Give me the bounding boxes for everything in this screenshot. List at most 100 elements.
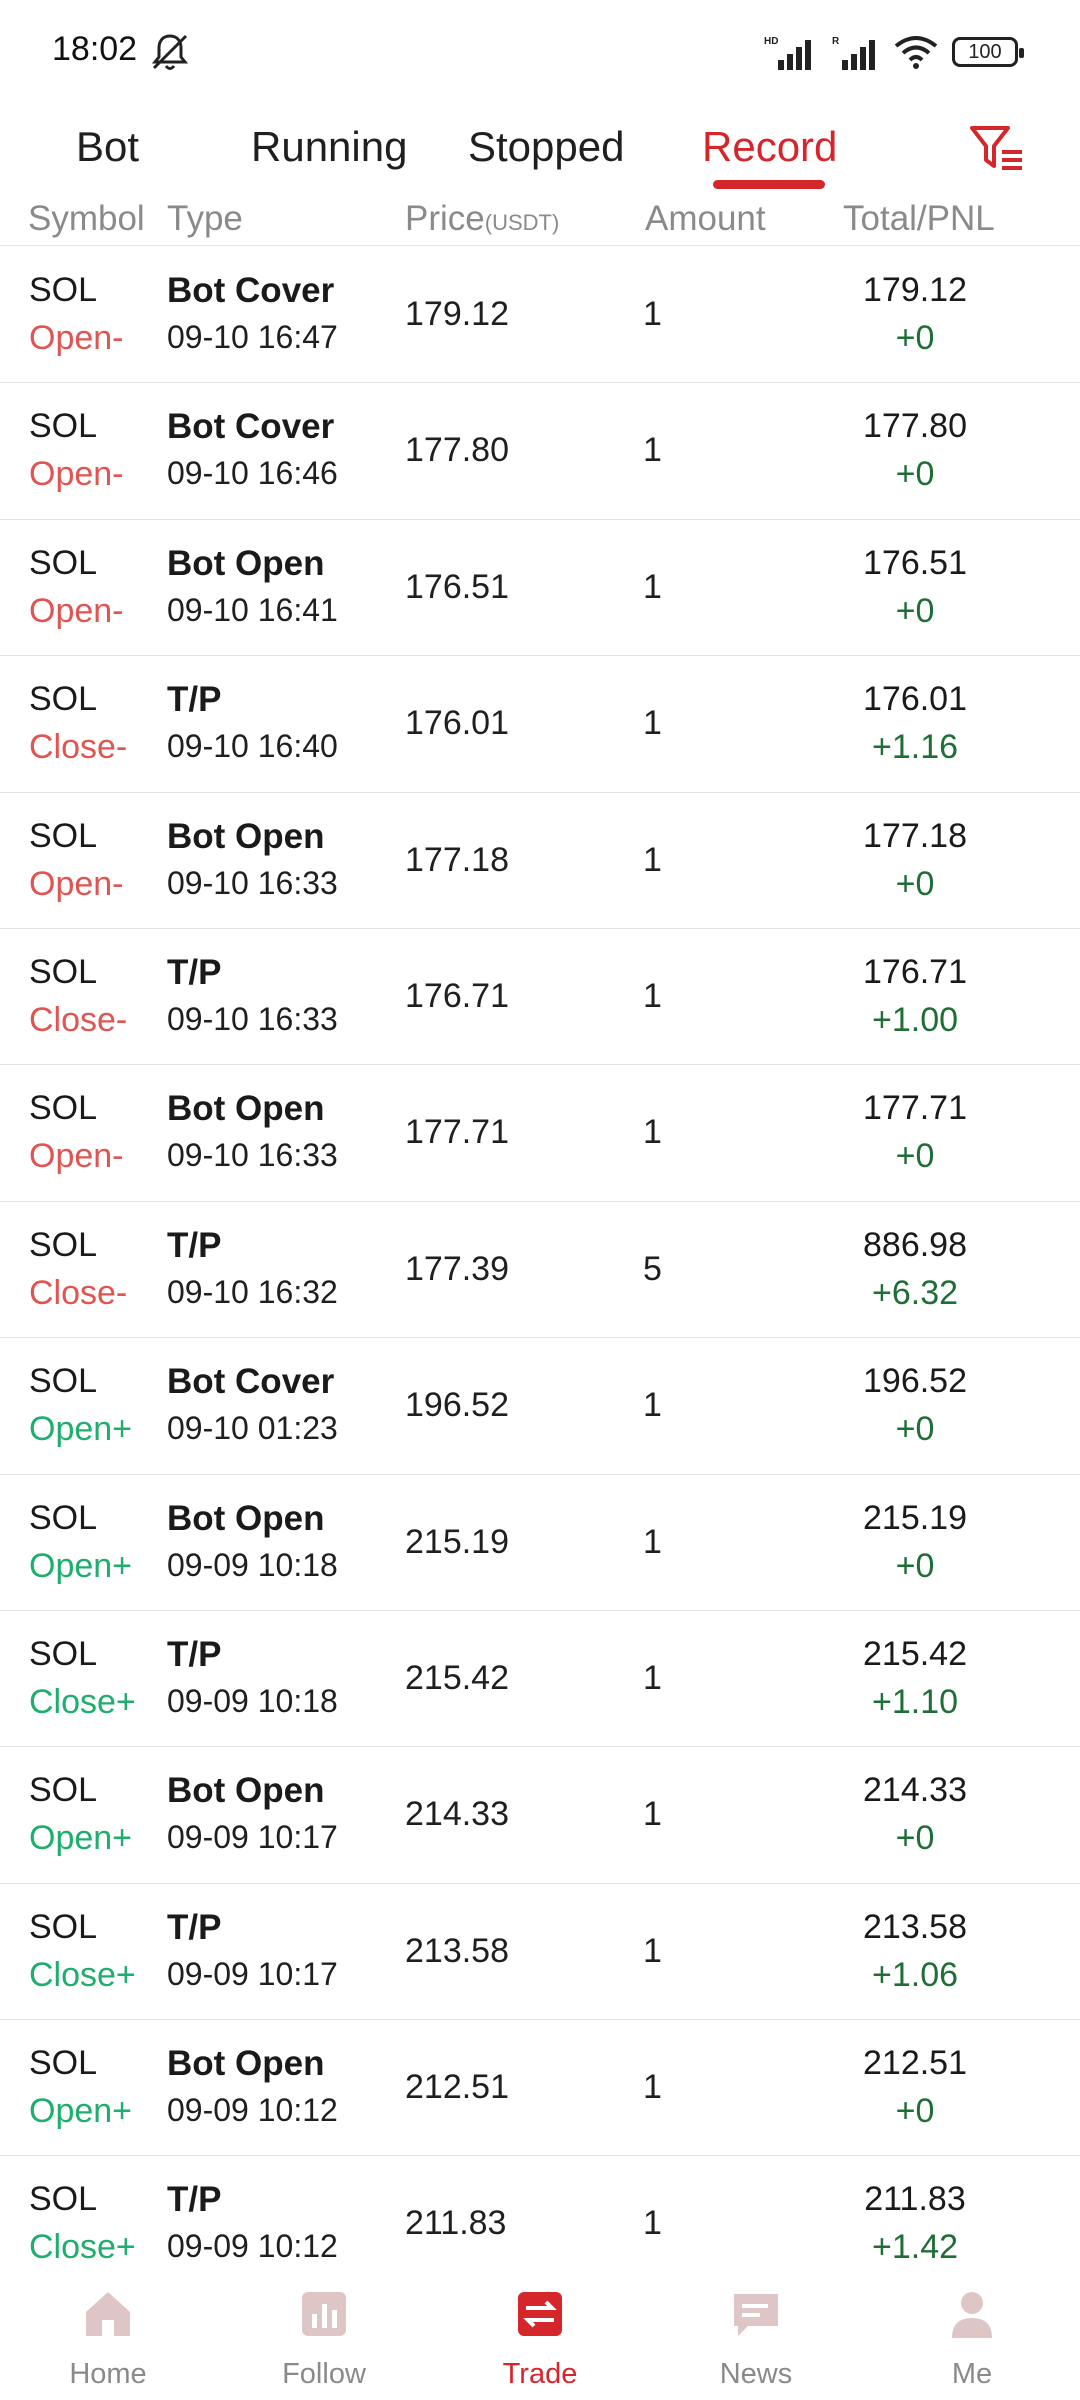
record-type: Bot Open <box>167 1771 325 1811</box>
record-amount: 1 <box>643 295 662 333</box>
table-row[interactable]: SOL Close- T/P 09-10 16:32 177.39 5 886.98 +6.3… <box>0 1202 1080 1339</box>
table-row[interactable]: SOL Open+ Bot Open 09-09 10:17 214.33 1 214.33… <box>0 1747 1080 1884</box>
record-price: 213.58 <box>405 1931 509 1970</box>
nav-trade[interactable]: Trade <box>432 2268 648 2400</box>
record-type: Bot Open <box>167 816 325 856</box>
nav-news[interactable]: News <box>648 2268 864 2400</box>
home-icon <box>86 2292 130 2336</box>
record-total: 212.51 <box>863 2044 967 2083</box>
col-symbol: Symbol <box>28 199 145 238</box>
record-amount: 1 <box>643 1522 662 1561</box>
record-price: 215.42 <box>405 1658 509 1697</box>
filter-icon[interactable] <box>968 120 1028 180</box>
col-total-pnl: Total/PNL <box>843 199 995 238</box>
record-amount: 1 <box>643 704 662 743</box>
record-pnl: +1.00 <box>871 1000 959 1039</box>
record-symbol: SOL <box>29 407 98 446</box>
record-type: T/P <box>167 952 222 992</box>
record-symbol: SOL <box>29 1907 98 1946</box>
record-amount: 1 <box>643 1113 662 1152</box>
record-pnl: +1.16 <box>871 728 959 767</box>
record-pnl: +0 <box>895 319 935 357</box>
record-type: T/P <box>167 1634 222 1674</box>
record-price: 179.12 <box>405 295 509 333</box>
table-row[interactable]: SOL Open+ Bot Cover 09-10 01:23 196.52 1 196.5… <box>0 1338 1080 1475</box>
battery-icon: 100 <box>952 37 1024 67</box>
record-total: 214.33 <box>863 1771 967 1810</box>
record-symbol: SOL <box>29 816 98 855</box>
record-pnl: +6.32 <box>871 1273 959 1312</box>
table-row[interactable]: SOL Open- Bot Cover 09-10 16:47 179.12 1 179.1… <box>0 247 1080 384</box>
record-pnl: +0 <box>895 1819 935 1858</box>
record-amount: 1 <box>643 1795 662 1834</box>
record-direction: Open- <box>29 1137 124 1176</box>
record-symbol: SOL <box>29 2044 98 2083</box>
record-time: 09-10 16:41 <box>167 591 338 628</box>
table-row[interactable]: SOL Open- Bot Open 09-10 16:41 176.51 1 176.51… <box>0 520 1080 657</box>
table-row[interactable]: SOL Close+ T/P 09-09 10:18 215.42 1 215.42 +1.1… <box>0 1611 1080 1748</box>
record-amount: 1 <box>643 2204 662 2243</box>
table-row[interactable]: SOL Open- Bot Open 09-10 16:33 177.71 1 177.71… <box>0 1065 1080 1202</box>
record-price: 177.71 <box>405 1113 509 1152</box>
record-direction: Open- <box>29 455 124 494</box>
record-pnl: +1.42 <box>871 2228 959 2267</box>
table-row[interactable]: SOL Close- T/P 09-10 16:33 176.71 1 176.71 +1.0… <box>0 929 1080 1066</box>
table-row[interactable]: SOL Open- Bot Cover 09-10 16:46 177.80 1 177.8… <box>0 383 1080 520</box>
record-amount: 1 <box>643 431 662 470</box>
record-tabs: Bot Running Stopped Record <box>0 112 1080 196</box>
record-list[interactable]: SOL Open- Bot Cover 09-10 16:47 179.12 1 179.1… <box>0 247 1080 2267</box>
nav-home[interactable]: Home <box>0 2268 216 2400</box>
record-direction: Open- <box>29 319 124 357</box>
record-time: 09-10 16:33 <box>167 1000 338 1037</box>
svg-text:HD: HD <box>764 36 778 47</box>
record-price: 176.51 <box>405 567 509 606</box>
active-tab-indicator <box>713 180 825 189</box>
record-symbol: SOL <box>29 1771 98 1810</box>
record-time: 09-10 01:23 <box>167 1410 338 1447</box>
tab-bot[interactable]: Bot <box>76 112 139 182</box>
record-price: 215.19 <box>405 1522 509 1561</box>
status-icons: HD R 100 <box>764 30 1024 74</box>
record-symbol: SOL <box>29 952 98 991</box>
col-amount: Amount <box>645 199 766 238</box>
table-row[interactable]: SOL Close+ T/P 09-09 10:17 213.58 1 213.58 +1.0… <box>0 1884 1080 2021</box>
record-total: 176.71 <box>863 952 967 991</box>
record-total: 177.18 <box>863 816 967 855</box>
tab-running[interactable]: Running <box>251 112 407 182</box>
bottom-nav: Home Follow Trade News Me <box>0 2268 1080 2400</box>
record-symbol: SOL <box>29 1089 98 1128</box>
record-time: 09-09 10:17 <box>167 1955 338 1992</box>
user-icon <box>952 2292 992 2338</box>
record-time: 09-10 16:33 <box>167 1137 338 1174</box>
svg-text:R: R <box>832 36 840 47</box>
record-time: 09-10 16:33 <box>167 864 338 901</box>
nav-trade-label: Trade <box>502 2358 578 2390</box>
record-symbol: SOL <box>29 1225 98 1264</box>
record-total: 176.51 <box>863 543 967 582</box>
record-time: 09-09 10:18 <box>167 1546 338 1583</box>
table-row[interactable]: SOL Open+ Bot Open 09-09 10:12 212.51 1 212.51… <box>0 2020 1080 2157</box>
record-price: 212.51 <box>405 2068 509 2107</box>
record-symbol: SOL <box>29 1634 98 1673</box>
record-amount: 5 <box>643 1249 662 1288</box>
record-type: Bot Open <box>167 1498 325 1538</box>
record-symbol: SOL <box>29 543 98 582</box>
record-direction: Open- <box>29 864 124 903</box>
nav-me[interactable]: Me <box>864 2268 1080 2400</box>
table-row[interactable]: SOL Close+ T/P 09-09 10:12 211.83 1 211.83 +1.4… <box>0 2156 1080 2267</box>
hd-signal-icon: HD <box>764 36 811 70</box>
tab-record[interactable]: Record <box>702 112 837 182</box>
nav-follow[interactable]: Follow <box>216 2268 432 2400</box>
record-pnl: +0 <box>895 455 935 494</box>
tab-stopped[interactable]: Stopped <box>468 112 624 182</box>
record-symbol: SOL <box>29 1362 98 1401</box>
record-amount: 1 <box>643 567 662 606</box>
record-amount: 1 <box>643 1386 662 1425</box>
record-price: 176.01 <box>405 704 509 743</box>
table-row[interactable]: SOL Close- T/P 09-10 16:40 176.01 1 176.01 +1.1… <box>0 656 1080 793</box>
table-row[interactable]: SOL Open+ Bot Open 09-09 10:18 215.19 1 215.19… <box>0 1475 1080 1611</box>
record-time: 09-09 10:12 <box>167 2092 338 2129</box>
record-total: 886.98 <box>863 1225 967 1264</box>
table-row[interactable]: SOL Open- Bot Open 09-10 16:33 177.18 1 177.18… <box>0 793 1080 929</box>
record-pnl: +1.06 <box>871 1955 959 1994</box>
